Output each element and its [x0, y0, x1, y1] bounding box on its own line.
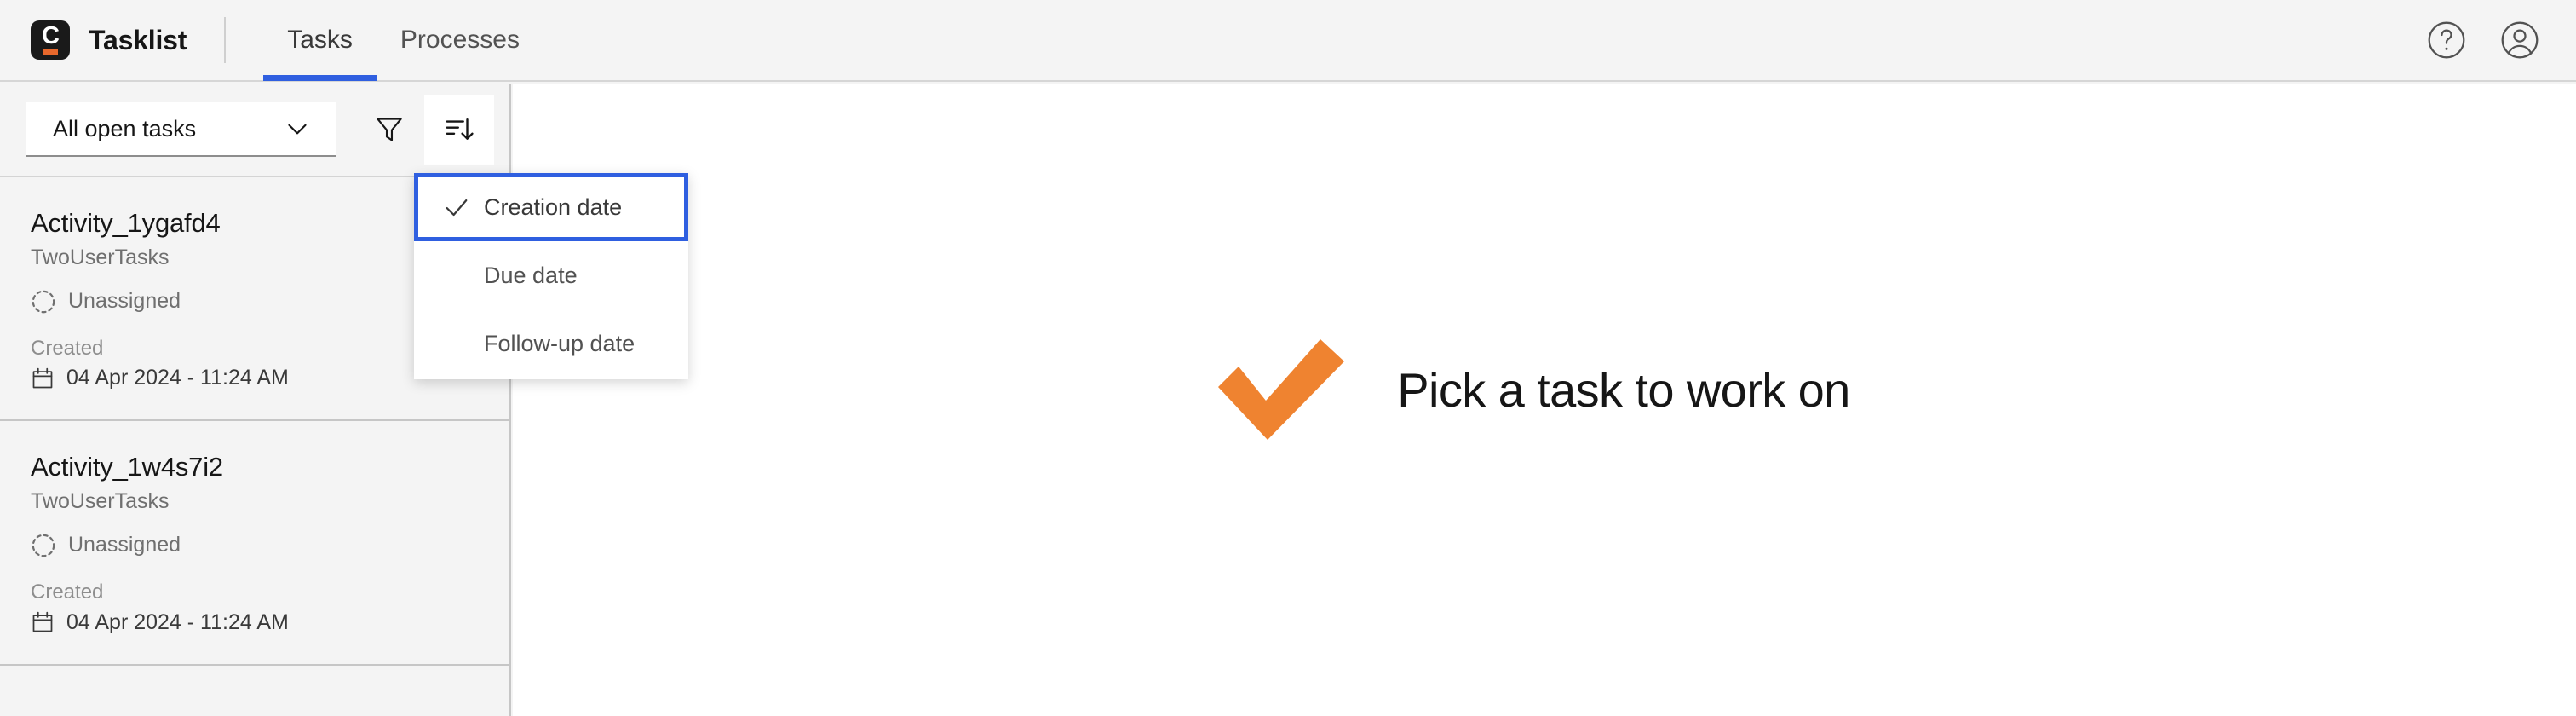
- sort-dropdown-menu: Creation date Due date Follow-up date: [414, 173, 688, 379]
- unassigned-avatar-icon: [31, 289, 56, 315]
- task-meta-label: Created: [31, 580, 104, 603]
- sort-option-due-date[interactable]: Due date: [414, 241, 688, 309]
- calendar-icon: [31, 610, 55, 634]
- task-meta-value: 04 Apr 2024 - 11:24 AM: [31, 366, 479, 390]
- sort-option-label: Due date: [484, 262, 578, 288]
- calendar-icon: [31, 367, 55, 390]
- tasklist-app: C Tasklist Tasks Processes All open task…: [0, 0, 2576, 716]
- orange-checkmark-icon: [1213, 334, 1349, 445]
- task-detail-panel: Pick a task to work on: [513, 84, 2576, 716]
- logo-orange-bar: [43, 49, 58, 55]
- task-assignee-label: Unassigned: [68, 289, 181, 314]
- task-meta-value: 04 Apr 2024 - 11:24 AM: [31, 610, 479, 635]
- brand[interactable]: C Tasklist: [0, 0, 187, 81]
- task-filter-select[interactable]: All open tasks: [26, 102, 336, 157]
- task-name: Activity_1ygafd4: [31, 208, 221, 238]
- task-process-name: TwoUserTasks: [31, 488, 170, 513]
- empty-state-message: Pick a task to work on: [1397, 362, 1850, 417]
- logo-letter: C: [42, 21, 60, 49]
- header-divider: [224, 17, 227, 63]
- filter-button[interactable]: [354, 95, 424, 165]
- help-icon[interactable]: [2424, 18, 2469, 62]
- tab-tasks[interactable]: Tasks: [263, 0, 377, 81]
- sort-option-label: Follow-up date: [484, 330, 635, 356]
- task-name: Activity_1w4s7i2: [31, 452, 223, 482]
- sort-descending-icon: [446, 118, 474, 140]
- sort-option-label: Creation date: [484, 193, 623, 220]
- tab-tasks-label: Tasks: [287, 26, 353, 54]
- app-title: Tasklist: [89, 24, 187, 55]
- header-actions: [2424, 18, 2576, 62]
- task-assignee-label: Unassigned: [68, 533, 181, 557]
- unassigned-avatar-icon: [31, 533, 56, 558]
- user-avatar-icon[interactable]: [2498, 18, 2542, 62]
- task-assignee: Unassigned: [31, 533, 479, 558]
- task-meta-label: Created: [31, 336, 104, 360]
- camunda-logo-icon: C: [31, 20, 70, 60]
- tab-processes[interactable]: Processes: [377, 0, 543, 81]
- funnel-icon: [377, 118, 402, 141]
- task-list-item-partial[interactable]: [0, 665, 509, 716]
- task-assignee: Unassigned: [31, 289, 479, 315]
- sort-option-creation-date[interactable]: Creation date: [414, 173, 688, 241]
- task-list-item[interactable]: Activity_1w4s7i2 TwoUserTasks Unassigned…: [0, 421, 509, 666]
- tab-processes-label: Processes: [400, 26, 520, 54]
- task-list-toolbar: All open tasks: [0, 84, 509, 176]
- chevron-down-icon: [283, 114, 312, 143]
- task-created-date: 04 Apr 2024 - 11:24 AM: [66, 366, 289, 390]
- app-header: C Tasklist Tasks Processes: [0, 0, 2576, 82]
- checkmark-icon: [441, 192, 472, 222]
- task-process-name: TwoUserTasks: [31, 245, 170, 269]
- sort-button[interactable]: [424, 95, 494, 165]
- sort-option-follow-up-date[interactable]: Follow-up date: [414, 309, 688, 378]
- task-created-date: 04 Apr 2024 - 11:24 AM: [66, 609, 289, 634]
- main-tabs: Tasks Processes: [263, 0, 543, 81]
- empty-state: Pick a task to work on: [1213, 334, 1850, 445]
- task-filter-value: All open tasks: [53, 115, 197, 141]
